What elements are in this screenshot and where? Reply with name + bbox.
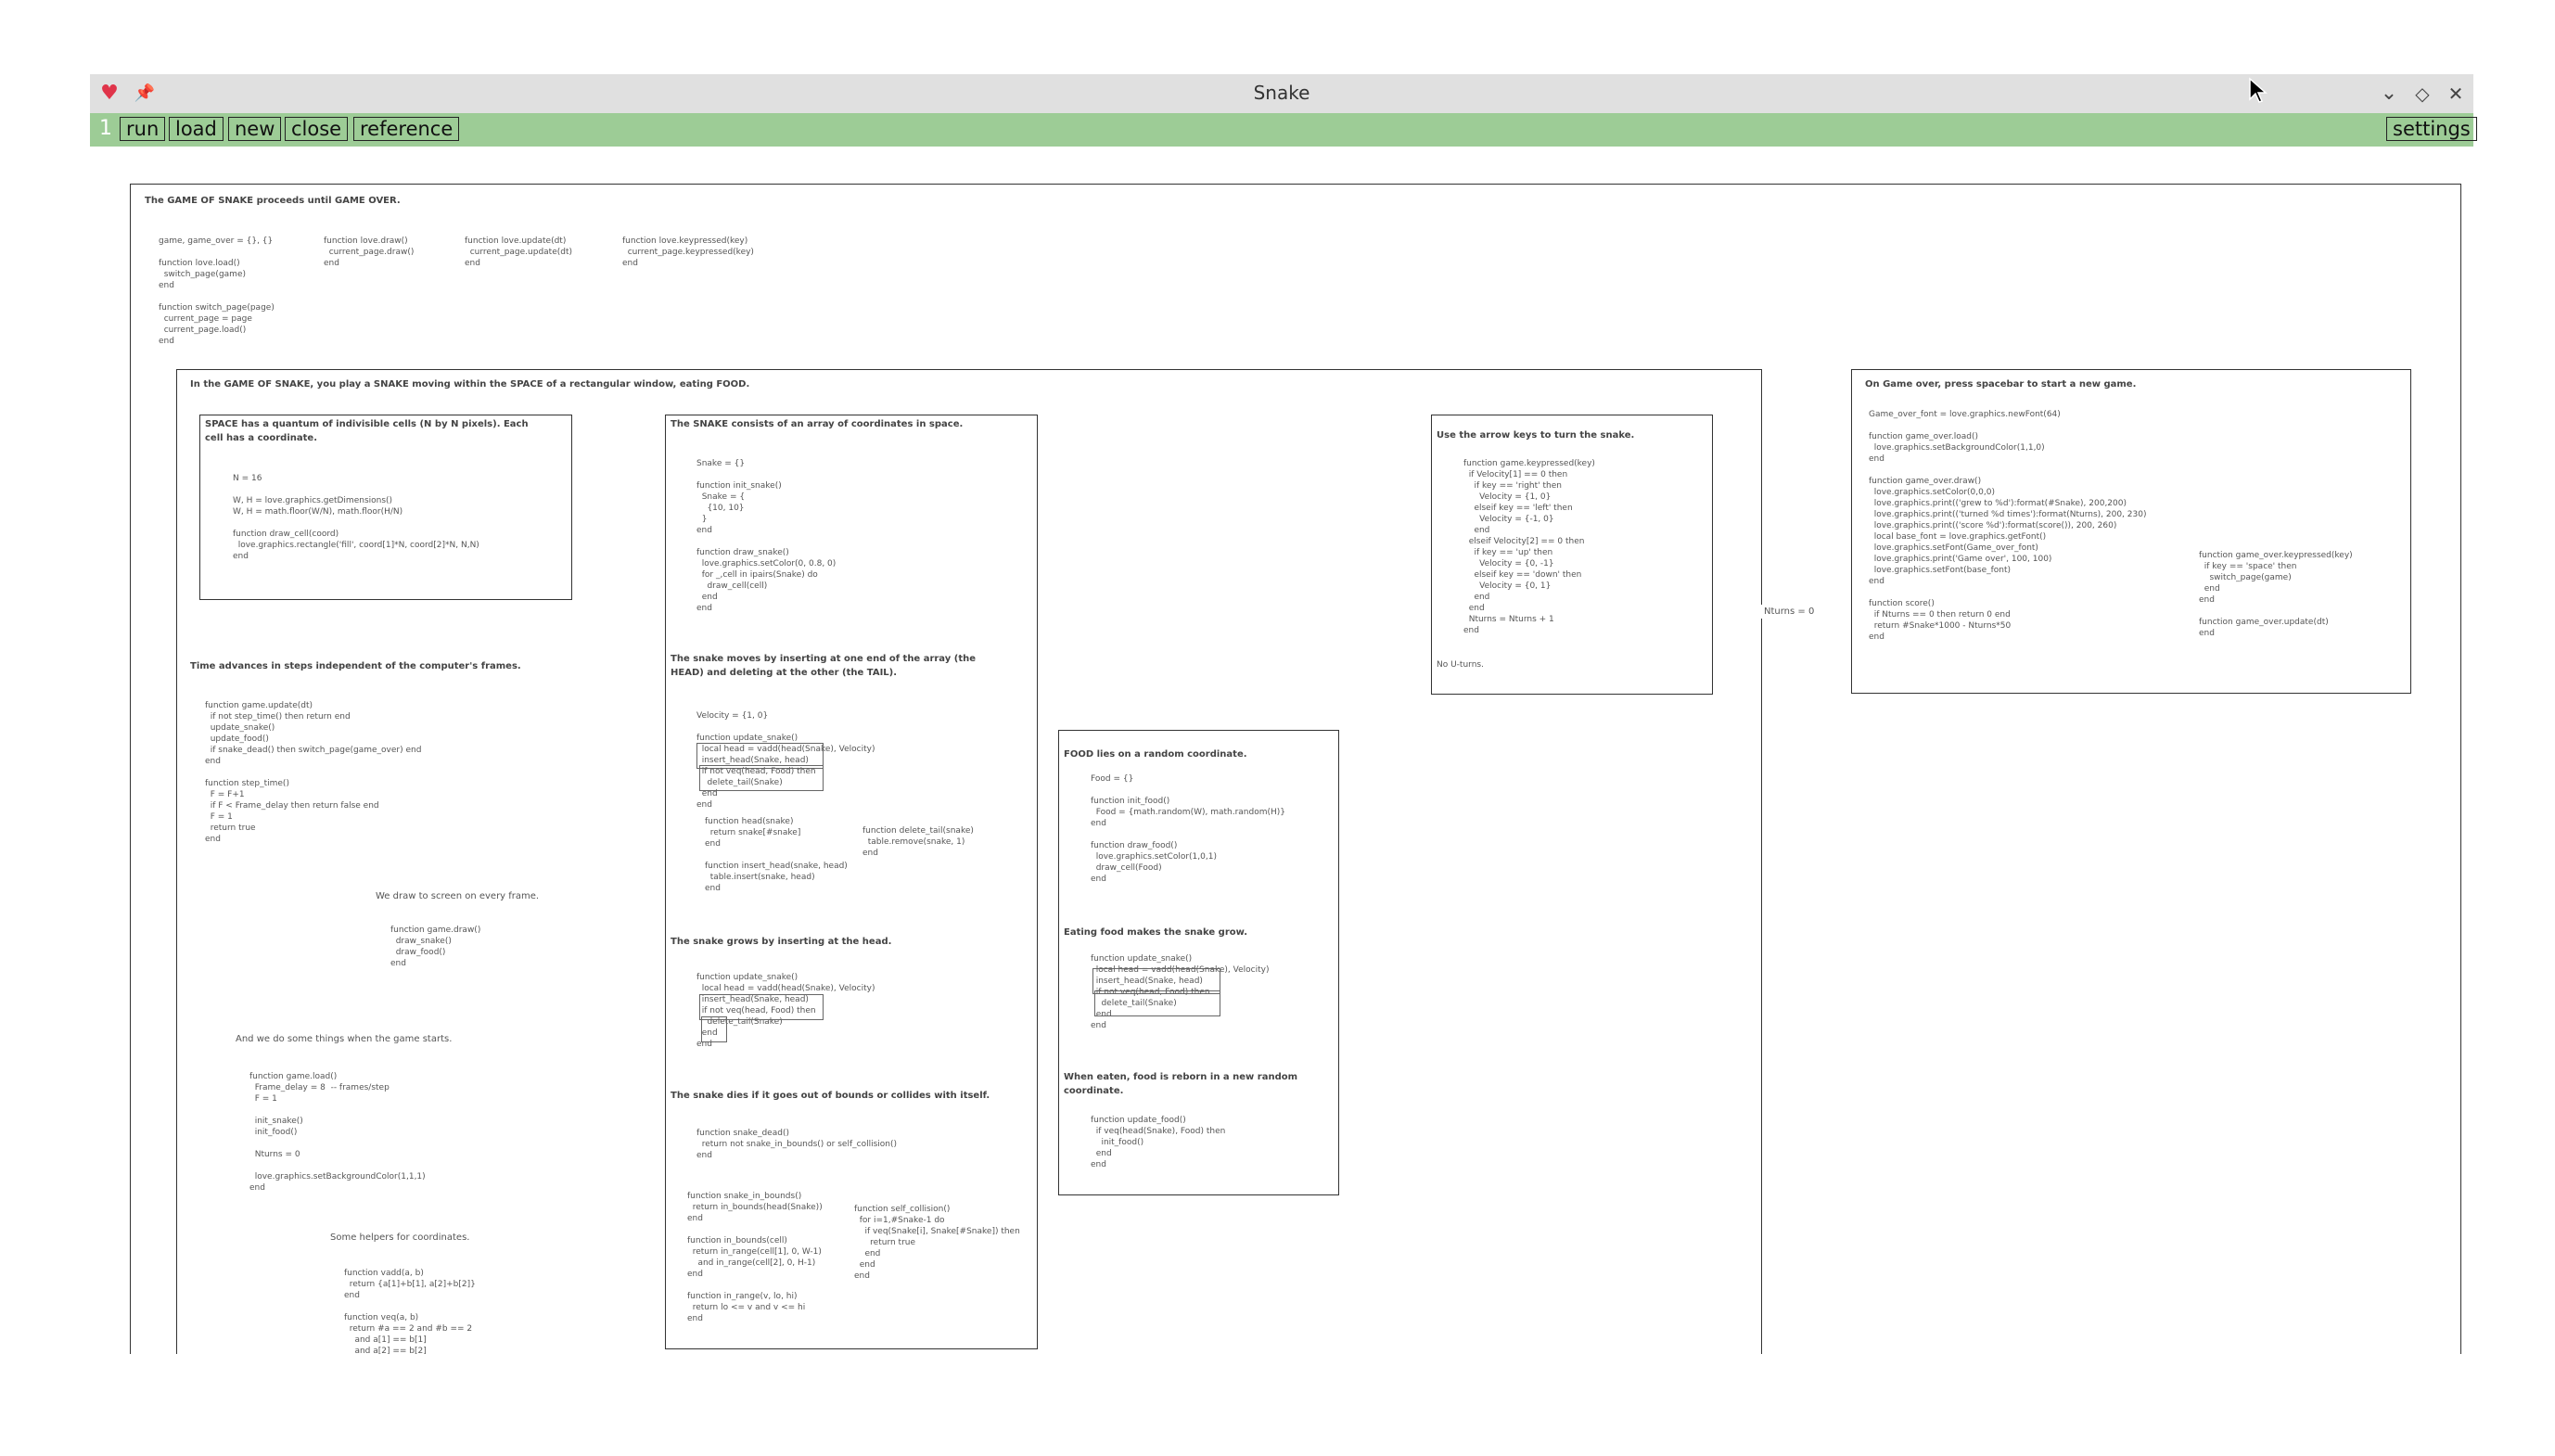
draw-code: function game.draw() draw_snake() draw_f… [390, 926, 481, 968]
reference-button[interactable]: reference [353, 117, 460, 141]
canvas[interactable]: The GAME OF SNAKE proceeds until GAME OV… [0, 147, 2555, 1354]
gameover-code-1: Game_over_font = love.graphics.newFont(6… [1869, 410, 2147, 642]
window-title: Snake [1253, 82, 1310, 104]
time-heading: Time advances in steps independent of th… [190, 661, 521, 671]
snake-code-1: Snake = {} function init_snake() Snake =… [696, 459, 837, 613]
space-box: SPACE has a quantum of indivisible cells… [199, 415, 572, 600]
gameover-heading: On Game over, press spacebar to start a … [1865, 379, 2137, 390]
maximize-icon[interactable]: ◇ [2410, 82, 2434, 106]
close-icon[interactable]: ✕ [2444, 82, 2468, 106]
outer-code-c: function love.update(dt) current_page.up… [465, 236, 573, 268]
draw-note: We draw to screen on every frame. [376, 891, 540, 901]
arrows-heading: Use the arrow keys to turn the snake. [1437, 430, 1635, 441]
food-highlight-delete [1094, 990, 1220, 1016]
gameover-code-2: function game_over.keypressed(key) if ke… [2199, 551, 2353, 638]
outer-code-a: game, game_over = {}, {} function love.l… [159, 236, 275, 346]
settings-button[interactable]: settings [2386, 117, 2477, 141]
minimize-icon[interactable]: ⌄ [2377, 82, 2401, 106]
page-number: 1 [99, 117, 112, 140]
food-reborn-heading: When eaten, food is reborn in a new rand… [1064, 1072, 1298, 1096]
snake-code-3: function head(snake) return snake[#snake… [705, 817, 848, 893]
food-box: FOOD lies on a random coordinate. Food =… [1058, 730, 1339, 1195]
mouse-cursor-icon [2249, 77, 2268, 103]
helpers-note: Some helpers for coordinates. [330, 1232, 470, 1243]
snake-moves-heading: The snake moves by inserting at one end … [671, 654, 977, 678]
start-note: And we do some things when the game star… [236, 1034, 453, 1044]
space-code: N = 16 W, H = love.graphics.getDimension… [233, 474, 479, 561]
title-bar: ♥ 📌 Snake ⌄ ◇ ✕ [90, 74, 2473, 113]
arrows-code: function game.keypressed(key) if Velocit… [1463, 459, 1595, 635]
snake-code-4: function delete_tail(snake) table.remove… [862, 826, 974, 858]
helpers-code: function vadd(a, b) return {a[1]+b[1], a… [344, 1269, 476, 1354]
outer-code-b: function love.draw() current_page.draw()… [324, 236, 415, 268]
food-code-1: Food = {} function init_food() Food = {m… [1091, 774, 1286, 884]
arrows-note: No U-turns. [1437, 660, 1484, 670]
food-heading: FOOD lies on a random coordinate. [1064, 749, 1247, 760]
snake-grows-heading: The snake grows by inserting at the head… [671, 937, 892, 947]
snake-box: The SNAKE consists of an array of coordi… [665, 415, 1038, 1349]
game-box: In the GAME OF SNAKE, you play a SNAKE m… [176, 369, 1762, 1354]
load-button[interactable]: load [169, 117, 224, 141]
game-heading: In the GAME OF SNAKE, you play a SNAKE m… [190, 379, 750, 390]
snake-code-7: function snake_in_bounds() return in_bou… [687, 1192, 823, 1323]
start-code: function game.load() Frame_delay = 8 -- … [249, 1072, 426, 1193]
outer-heading: The GAME OF SNAKE proceeds until GAME OV… [145, 196, 401, 206]
nturns-label: Nturns = 0 [1760, 605, 1819, 619]
highlight-delete [699, 765, 824, 791]
arrow-keys-box: Use the arrow keys to turn the snake. fu… [1431, 415, 1713, 695]
snake-heading: The SNAKE consists of an array of coordi… [671, 419, 964, 429]
food-grow-heading: Eating food makes the snake grow. [1064, 927, 1248, 938]
snake-code-8: function self_collision() for i=1,#Snake… [854, 1205, 1020, 1281]
game-over-box: On Game over, press spacebar to start a … [1851, 369, 2411, 694]
highlight-grow-tail [701, 1016, 727, 1042]
food-code-3: function update_food() if veq(head(Snake… [1091, 1116, 1226, 1169]
new-button[interactable]: new [228, 117, 282, 141]
snake-code-6: function snake_dead() return not snake_i… [696, 1129, 897, 1160]
run-button[interactable]: run [120, 117, 166, 141]
outer-code-d: function love.keypressed(key) current_pa… [622, 236, 754, 268]
time-code: function game.update(dt) if not step_tim… [205, 701, 422, 844]
snake-dies-heading: The snake dies if it goes out of bounds … [671, 1091, 990, 1101]
space-heading: SPACE has a quantum of indivisible cells… [205, 419, 529, 443]
menu-bar: 1 run load new close reference settings [90, 113, 2477, 147]
close-button[interactable]: close [285, 117, 349, 141]
